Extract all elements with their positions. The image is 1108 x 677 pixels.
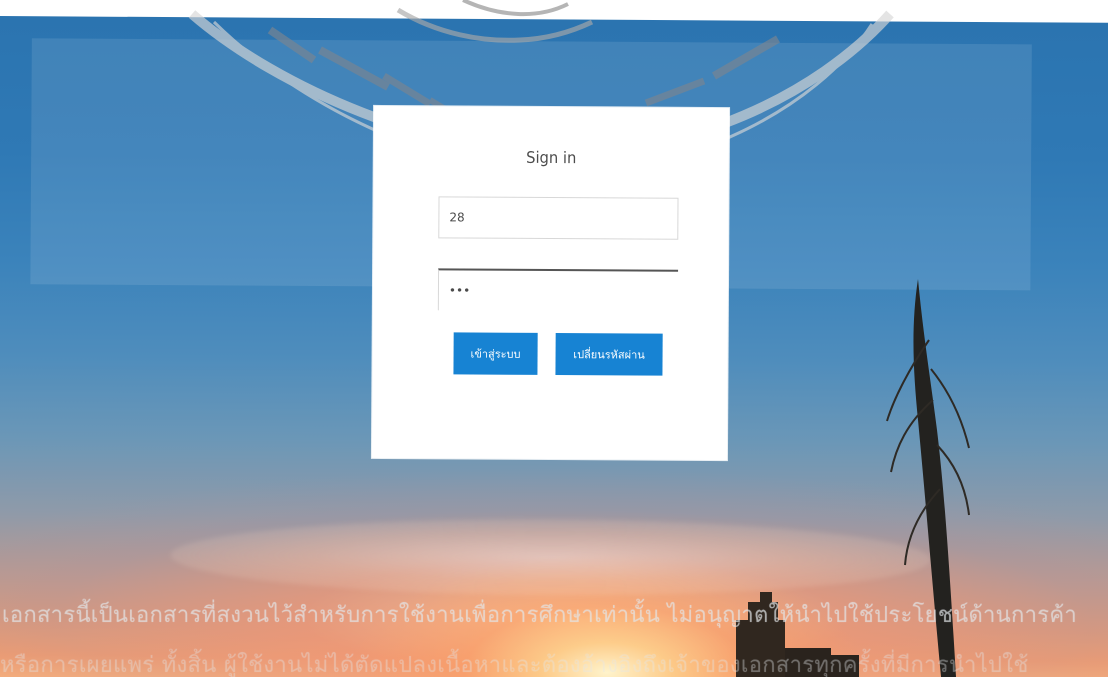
page-title: Sign in: [526, 147, 577, 168]
login-button[interactable]: เข้าสู่ระบบ: [453, 332, 538, 375]
username-input[interactable]: 28: [438, 196, 679, 240]
change-password-button[interactable]: เปลี่ยนรหัสผ่าน: [555, 333, 663, 376]
username-value: 28: [449, 210, 465, 225]
login-card: Sign in 28 ••• เข้าสู่ระบบ เปลี่ยนรหัสผ่…: [371, 105, 730, 461]
sunset-haze: [170, 517, 931, 598]
signin-screen: เอกสารนี้เป็นเอกสารที่สงวนไว้สำหรับการใช…: [0, 0, 1108, 677]
password-value: •••: [448, 283, 471, 298]
password-input[interactable]: •••: [437, 268, 679, 312]
